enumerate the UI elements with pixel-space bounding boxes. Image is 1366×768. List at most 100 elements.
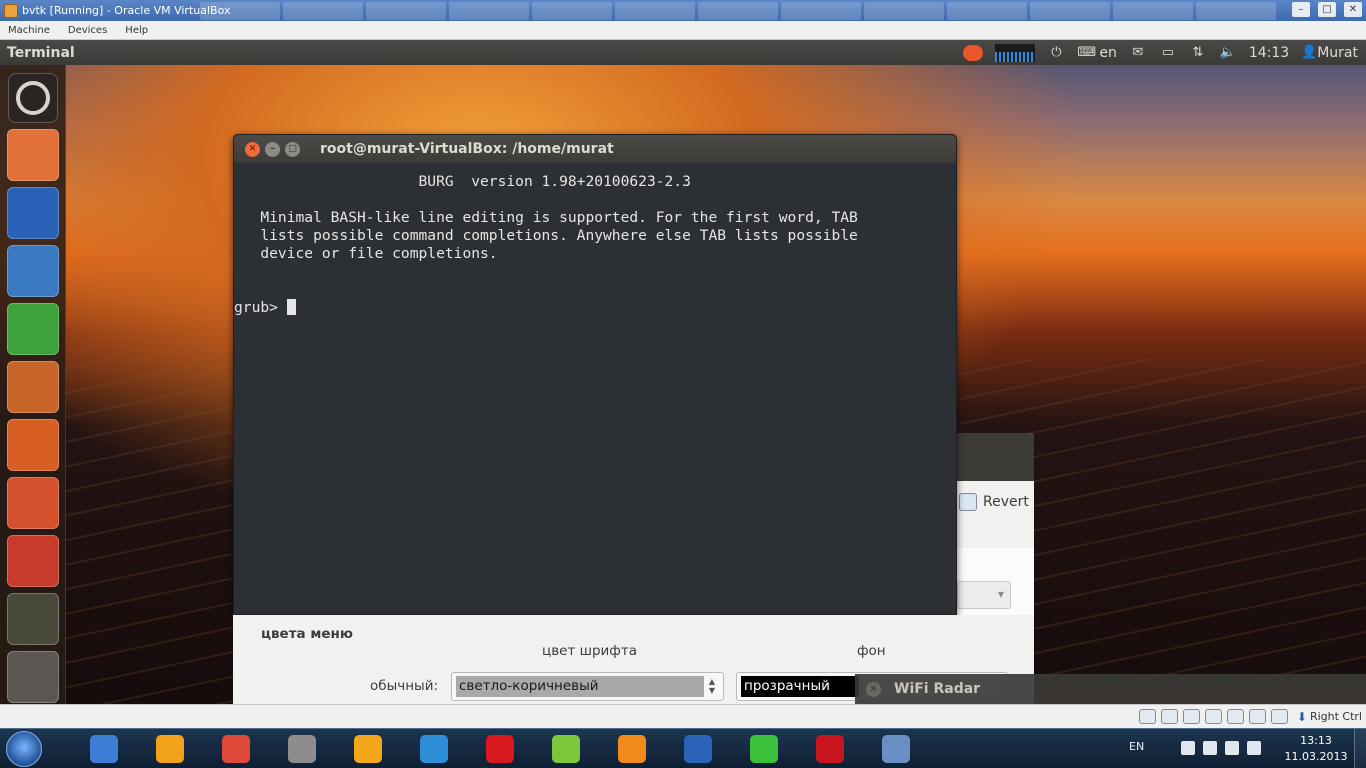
mail-agent-icon [420, 735, 448, 763]
taskbar-opera[interactable] [469, 731, 531, 767]
input-language[interactable]: EN [1129, 740, 1144, 753]
usb-icon[interactable] [1182, 709, 1200, 724]
virtualbox-icon [4, 3, 18, 18]
taskbar-aimp[interactable] [139, 731, 201, 767]
taskbar-clock[interactable]: 13:13 11.03.2013 [1281, 733, 1351, 765]
menu-devices[interactable]: Devices [68, 25, 107, 36]
keyboard-layout: en [1099, 44, 1117, 61]
guest-screen[interactable]: Terminal ⏻ ⌨ en ✉ ▭ ⇅ 🔈 14:13 👤 Murat Re… [0, 40, 1366, 704]
start-button[interactable] [6, 731, 42, 767]
virtualbox-icon [882, 735, 910, 763]
taskbar-total-commander[interactable] [271, 731, 333, 767]
terminal-line: lists possible command completions. Anyw… [234, 227, 858, 244]
taskbar-mail-agent[interactable] [403, 731, 465, 767]
launcher-trash[interactable] [6, 651, 59, 703]
launcher-libreoffice-impress[interactable] [6, 361, 59, 413]
user-icon: 👤 [1301, 44, 1318, 60]
launcher-libreoffice-writer[interactable] [6, 245, 59, 297]
settings-dropdown[interactable] [957, 581, 1011, 609]
user-menu[interactable]: 👤 Murat [1301, 45, 1358, 61]
weather-indicator-icon[interactable] [963, 44, 984, 61]
panel-clock[interactable]: 14:13 [1249, 45, 1289, 61]
font-color-header: цвет шрифта [542, 643, 637, 659]
keyboard-indicator[interactable]: ⌨ en [1077, 45, 1117, 61]
menu-machine[interactable]: Machine [8, 25, 50, 36]
terminal-titlebar[interactable]: ✕ – □ root@murat-VirtualBox: /home/murat [234, 135, 956, 163]
host-key-arrow-icon: ⬇ [1296, 709, 1307, 724]
shared-folders-icon[interactable] [1226, 709, 1244, 724]
battery-icon[interactable]: ▭ [1159, 45, 1177, 61]
action-center-icon[interactable] [1181, 741, 1195, 755]
terminal-prompt-line[interactable]: grub> [234, 299, 956, 317]
show-desktop-button[interactable] [1354, 729, 1366, 768]
font-color-value: светло-коричневый [456, 676, 704, 697]
opera-icon [486, 735, 514, 763]
terminal-title: root@murat-VirtualBox: /home/murat [320, 141, 614, 157]
word-icon [684, 735, 712, 763]
network-tray-icon[interactable] [1203, 741, 1217, 755]
power-indicator-icon[interactable]: ⏻ [1047, 45, 1065, 61]
wifi-radar-notification[interactable]: ✕ WiFi Radar [855, 674, 1366, 704]
host-key-label: Right Ctrl [1309, 710, 1362, 723]
terminal-close-button[interactable]: ✕ [245, 141, 260, 157]
aimp-icon [156, 735, 184, 763]
terminal-minimize-button[interactable]: – [265, 141, 280, 157]
virtualbox-titlebar: bvtk [Running] - Oracle VM VirtualBox – … [0, 0, 1366, 21]
close-button[interactable]: ✕ [1344, 2, 1362, 17]
taskbar-odnoklassniki[interactable] [601, 731, 663, 767]
host-taskbar-ghost [200, 2, 1276, 20]
launcher-system-settings[interactable] [6, 535, 59, 587]
terminal-lines: BURG version 1.98+20100623-2.3 Minimal B… [234, 173, 956, 299]
menu-help[interactable]: Help [125, 25, 148, 36]
taskbar-qip[interactable] [337, 731, 399, 767]
spin-arrows-icon: ▲ ▼ [708, 677, 715, 695]
launcher-dash-home[interactable] [7, 73, 58, 123]
virtualbox-menubar: Machine Devices Help [0, 21, 1366, 40]
terminal-output[interactable]: BURG version 1.98+20100623-2.3 Minimal B… [234, 163, 956, 317]
adobe-reader-icon [816, 735, 844, 763]
notification-title: WiFi Radar [894, 681, 981, 697]
taskbar-virtualbox[interactable] [865, 731, 927, 767]
launcher-home-folder[interactable] [6, 129, 59, 181]
launcher-game[interactable] [6, 593, 59, 645]
volume-tray-icon[interactable] [1247, 741, 1261, 755]
mail-icon[interactable]: ✉ [1129, 45, 1147, 61]
display-icon[interactable] [1248, 709, 1266, 724]
host-key-indicator: ⬇ Right Ctrl [1297, 710, 1362, 724]
ubuntu-top-panel: Terminal ⏻ ⌨ en ✉ ▭ ⇅ 🔈 14:13 👤 Murat [0, 40, 1366, 65]
launcher-libreoffice-calc[interactable] [6, 303, 59, 355]
normal-row-label: обычный: [370, 678, 439, 694]
vuze-icon [552, 735, 580, 763]
font-color-select[interactable]: светло-коричневый ▲ ▼ [451, 672, 724, 701]
taskbar-windows-media-player[interactable] [73, 731, 135, 767]
taskbar-vuze[interactable] [535, 731, 597, 767]
terminal-line: device or file completions. [234, 245, 498, 262]
notification-close-icon[interactable]: ✕ [866, 681, 881, 697]
launcher-ubuntu-one[interactable] [6, 477, 59, 529]
capture-icon[interactable] [1270, 709, 1288, 724]
launcher-ubuntu-software-center[interactable] [6, 419, 59, 471]
clock-date: 11.03.2013 [1284, 750, 1348, 763]
revert-icon [959, 493, 977, 511]
hard-disk-icon[interactable] [1138, 709, 1156, 724]
terminal-maximize-button[interactable]: □ [285, 141, 300, 157]
security-tray-icon[interactable] [1225, 741, 1239, 755]
launcher-firefox[interactable] [6, 187, 59, 239]
virtualbox-statusbar: ⬇ Right Ctrl [0, 704, 1366, 728]
optical-drive-icon[interactable] [1160, 709, 1178, 724]
minimize-button[interactable]: – [1292, 2, 1310, 17]
network-icon[interactable]: ⇅ [1189, 45, 1207, 61]
taskbar-chrome[interactable] [205, 731, 267, 767]
unity-launcher [0, 65, 66, 704]
revert-button[interactable]: Revert [959, 493, 1029, 511]
taskbar-green-app[interactable] [733, 731, 795, 767]
system-monitor-icon[interactable] [995, 43, 1036, 62]
clock-time: 13:13 [1300, 734, 1332, 747]
taskbar-adobe-reader[interactable] [799, 731, 861, 767]
network-adapter-icon[interactable] [1204, 709, 1222, 724]
volume-icon[interactable]: 🔈 [1219, 45, 1237, 61]
terminal-window[interactable]: ✕ – □ root@murat-VirtualBox: /home/murat… [233, 134, 957, 615]
panel-app-title[interactable]: Terminal [0, 45, 75, 61]
maximize-button[interactable]: □ [1318, 2, 1336, 17]
taskbar-word[interactable] [667, 731, 729, 767]
